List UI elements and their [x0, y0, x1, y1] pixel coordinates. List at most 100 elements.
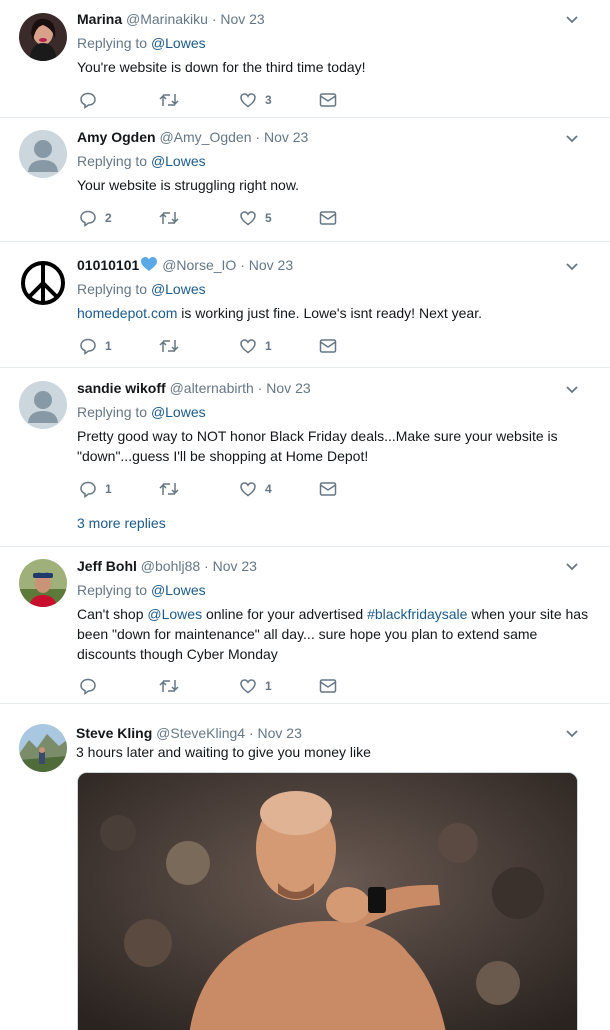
- gif-image: [78, 773, 577, 1030]
- retweet-button[interactable]: [159, 90, 187, 110]
- mention-link[interactable]: @Lowes: [151, 404, 206, 420]
- message-button[interactable]: [319, 336, 337, 356]
- message-button[interactable]: [319, 479, 337, 499]
- reply-button[interactable]: 1: [79, 479, 112, 499]
- reply-count: 1: [105, 482, 112, 496]
- message-button[interactable]: [319, 676, 337, 696]
- retweet-button[interactable]: [159, 479, 187, 499]
- envelope-icon: [319, 482, 337, 496]
- like-button[interactable]: 4: [239, 479, 272, 499]
- reply-icon: [80, 481, 96, 498]
- handle[interactable]: @Norse_IO: [162, 257, 236, 273]
- tweet-marina[interactable]: Marina @Marinakiku · Nov 23 Replying to …: [0, 0, 610, 118]
- retweet-icon: [159, 483, 179, 495]
- replying-to: Replying to @Lowes: [77, 153, 206, 169]
- handle[interactable]: @Amy_Ogden: [159, 129, 251, 145]
- tweet-actions: 1 4: [77, 479, 377, 499]
- reply-icon: [80, 338, 96, 355]
- like-count: 5: [265, 211, 272, 225]
- hashtag-link[interactable]: #blackfridaysale: [367, 606, 467, 622]
- mention-link[interactable]: @Lowes: [147, 606, 202, 622]
- heart-icon: [240, 339, 256, 354]
- like-button[interactable]: 1: [239, 676, 272, 696]
- tweet-actions: 1: [77, 676, 377, 696]
- peace-sign-icon: [19, 259, 67, 307]
- tweet-actions: 3: [77, 90, 377, 110]
- retweet-icon: [159, 94, 179, 106]
- display-name[interactable]: Jeff Bohl: [77, 558, 137, 574]
- retweet-button[interactable]: [159, 676, 187, 696]
- envelope-icon: [319, 679, 337, 693]
- timestamp[interactable]: · Nov 23: [258, 380, 311, 396]
- tweet-text: Pretty good way to NOT honor Black Frida…: [77, 428, 558, 464]
- tweet-text: homedepot.com is working just fine. Lowe…: [77, 305, 482, 321]
- message-button[interactable]: [319, 208, 337, 228]
- avatar[interactable]: [19, 13, 67, 61]
- heart-icon: [240, 679, 256, 694]
- handle[interactable]: @Marinakiku: [126, 11, 208, 27]
- avatar[interactable]: [19, 724, 67, 772]
- timestamp[interactable]: · Nov 23: [204, 558, 257, 574]
- chevron-down-icon[interactable]: [564, 382, 580, 398]
- display-name[interactable]: 01010101: [77, 257, 139, 273]
- like-button[interactable]: 5: [239, 208, 272, 228]
- envelope-icon: [319, 211, 337, 225]
- reply-button[interactable]: 1: [79, 336, 112, 356]
- timestamp[interactable]: · Nov 23: [212, 11, 265, 27]
- tweet-actions: 2 5: [77, 208, 377, 228]
- avatar[interactable]: [19, 559, 67, 607]
- timestamp[interactable]: · Nov 23: [249, 725, 302, 741]
- message-button[interactable]: [319, 90, 337, 110]
- envelope-icon: [319, 93, 337, 107]
- display-name[interactable]: Amy Ogden: [77, 129, 156, 145]
- avatar[interactable]: [19, 259, 67, 307]
- mention-link[interactable]: @Lowes: [151, 35, 206, 51]
- timestamp[interactable]: · Nov 23: [240, 257, 293, 273]
- tweet-sandie-wikoff[interactable]: sandie wikoff @alternabirth · Nov 23 Rep…: [0, 368, 610, 547]
- tweet-media-gif[interactable]: [77, 772, 578, 1030]
- tweet-amy-ogden[interactable]: Amy Ogden @Amy_Ogden · Nov 23 Replying t…: [0, 118, 610, 242]
- retweet-icon: [159, 212, 179, 224]
- retweet-button[interactable]: [159, 336, 187, 356]
- chevron-down-icon[interactable]: [564, 259, 580, 275]
- chevron-down-icon[interactable]: [564, 131, 580, 147]
- chevron-down-icon[interactable]: [564, 12, 580, 28]
- tweet-text: Your website is struggling right now.: [77, 177, 300, 193]
- avatar[interactable]: [19, 130, 67, 178]
- display-name[interactable]: sandie wikoff: [77, 380, 166, 396]
- timestamp[interactable]: · Nov 23: [255, 129, 308, 145]
- mention-link[interactable]: @Lowes: [151, 153, 206, 169]
- tweet-01010101[interactable]: 01010101 @Norse_IO · Nov 23 Replying to …: [0, 242, 610, 368]
- tweet-text: 3 hours later and waiting to give you mo…: [76, 744, 371, 760]
- mention-link[interactable]: @Lowes: [151, 582, 206, 598]
- like-count: 3: [265, 93, 272, 107]
- like-count: 1: [265, 339, 272, 353]
- like-button[interactable]: 3: [239, 90, 272, 110]
- blue-heart-icon: [141, 257, 158, 271]
- handle[interactable]: @bohlj88: [141, 558, 200, 574]
- chevron-down-icon[interactable]: [564, 559, 580, 575]
- reply-icon: [80, 210, 96, 227]
- handle[interactable]: @SteveKling4: [156, 725, 245, 741]
- chevron-down-icon[interactable]: [564, 726, 580, 742]
- heart-icon: [240, 93, 256, 108]
- avatar[interactable]: [19, 381, 67, 429]
- reply-button[interactable]: 2: [79, 208, 112, 228]
- mention-link[interactable]: @Lowes: [151, 281, 206, 297]
- like-count: 4: [265, 482, 272, 496]
- like-button[interactable]: 1: [239, 336, 272, 356]
- reply-button[interactable]: [79, 676, 105, 696]
- display-name[interactable]: Marina: [77, 11, 122, 27]
- tweet-jeff-bohl[interactable]: Jeff Bohl @bohlj88 · Nov 23 Replying to …: [0, 547, 610, 704]
- more-replies-link[interactable]: 3 more replies: [77, 515, 166, 531]
- reply-count: 2: [105, 211, 112, 225]
- reply-count: 1: [105, 339, 112, 353]
- retweet-button[interactable]: [159, 208, 187, 228]
- url-link[interactable]: homedepot.com: [77, 305, 177, 321]
- reply-button[interactable]: [79, 90, 105, 110]
- reply-icon: [80, 678, 96, 695]
- tweet-actions: 1 1: [77, 336, 377, 356]
- display-name[interactable]: Steve Kling: [76, 725, 152, 741]
- handle[interactable]: @alternabirth: [170, 380, 254, 396]
- heart-icon: [240, 482, 256, 497]
